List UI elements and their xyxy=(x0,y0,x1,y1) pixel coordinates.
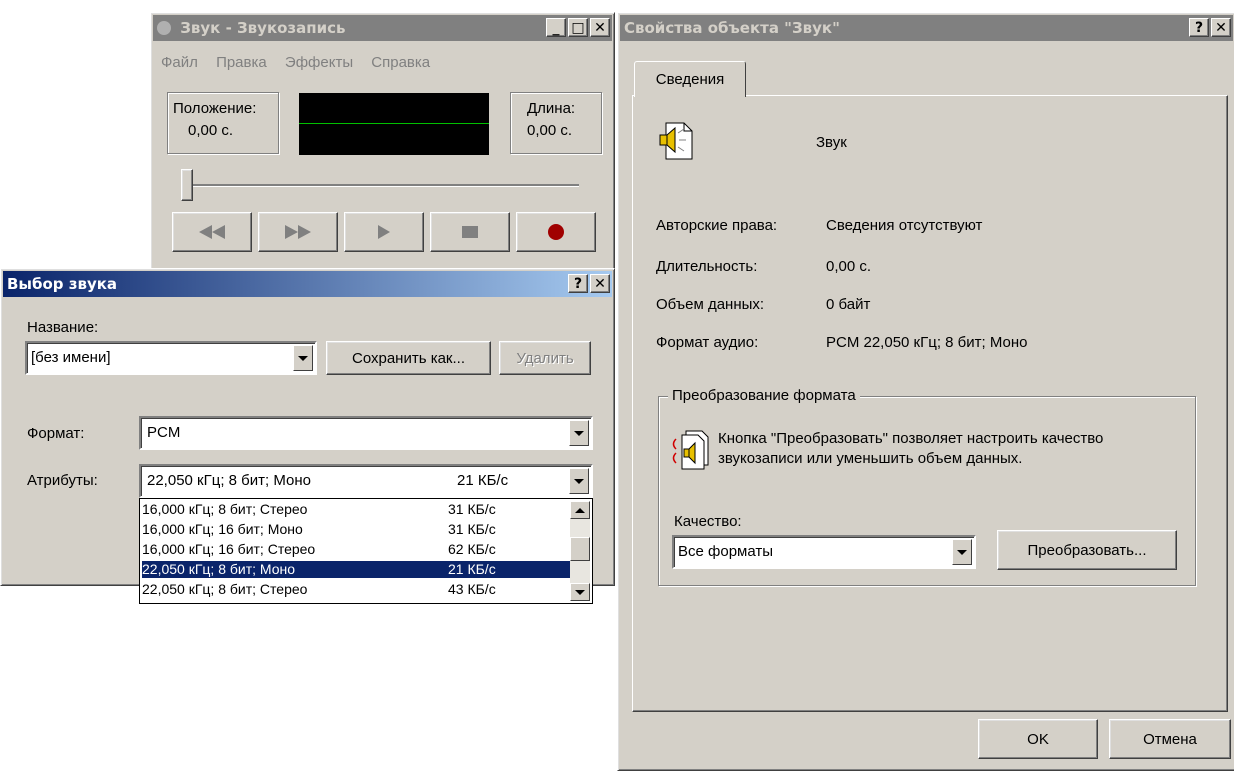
recorder-menubar: Файл Правка Эффекты Справка xyxy=(161,54,444,71)
sound-select-titlebar[interactable]: Выбор звука ? ✕ xyxy=(3,271,612,297)
speaker-app-icon xyxy=(157,21,171,35)
convert-description: Кнопка "Преобразовать" позволяет настрои… xyxy=(718,430,1104,467)
play-button[interactable] xyxy=(344,212,424,252)
close-button[interactable]: ✕ xyxy=(590,18,610,37)
properties-titlebar[interactable]: Свойства объекта "Звук" ? ✕ xyxy=(620,15,1233,41)
copyright-label: Авторские права: xyxy=(656,217,778,234)
menu-help[interactable]: Справка xyxy=(371,54,430,71)
sound-selection-dialog: Выбор звука ? ✕ Название: [без имени] Со… xyxy=(0,268,615,604)
attributes-value: 22,050 кГц; 8 бит; Моно xyxy=(147,472,311,489)
audio-format-label: Формат аудио: xyxy=(656,334,759,351)
minimize-button[interactable]: _ xyxy=(546,18,566,37)
chevron-down-icon[interactable] xyxy=(952,539,972,565)
attributes-label: Атрибуты: xyxy=(27,472,98,489)
quality-value: Все форматы xyxy=(678,543,774,560)
length-box: Длина: 0,00 с. xyxy=(510,92,602,154)
length-value: 0,00 с. xyxy=(527,122,573,139)
delete-button[interactable]: Удалить xyxy=(499,341,591,375)
sound-recorder-window: Звук - Звукозапись _ □ ✕ Файл Правка Эфф… xyxy=(150,12,615,272)
tab-details[interactable]: Сведения xyxy=(634,61,746,97)
scroll-down-icon[interactable] xyxy=(570,583,590,601)
quality-label: Качество: xyxy=(674,513,742,530)
properties-title: Свойства объекта "Звук" xyxy=(624,19,840,37)
size-label: Объем данных: xyxy=(656,296,765,313)
name-combobox[interactable]: [без имени] xyxy=(25,341,317,375)
chevron-down-icon[interactable] xyxy=(293,345,313,371)
dropdown-scrollbar[interactable] xyxy=(570,501,590,601)
rewind-icon xyxy=(199,225,225,239)
stop-button[interactable] xyxy=(430,212,510,252)
sound-file-icon xyxy=(659,122,693,160)
close-button[interactable]: ✕ xyxy=(590,274,610,293)
position-value: 0,00 с. xyxy=(188,122,234,139)
seek-slider-thumb[interactable] xyxy=(181,169,193,201)
dropdown-option[interactable]: 22,050 кГц; 8 бит; Стерео 43 КБ/с xyxy=(142,581,570,598)
scroll-thumb[interactable] xyxy=(570,537,590,561)
dropdown-option[interactable]: 16,000 кГц; 16 бит; Стерео 62 КБ/с xyxy=(142,541,570,558)
fast-forward-button[interactable] xyxy=(258,212,338,252)
attributes-combobox[interactable]: 22,050 кГц; 8 бит; Моно 21 КБ/с xyxy=(139,464,593,498)
convert-icon xyxy=(672,430,709,470)
menu-file[interactable]: Файл xyxy=(161,54,198,71)
object-name: Звук xyxy=(816,134,847,151)
dropdown-option[interactable]: 16,000 кГц; 8 бит; Стерео 31 КБ/с xyxy=(142,501,570,518)
help-button[interactable]: ? xyxy=(568,274,588,293)
menu-edit[interactable]: Правка xyxy=(216,54,267,71)
ok-button[interactable]: OK xyxy=(978,719,1098,759)
format-label: Формат: xyxy=(27,425,85,442)
cancel-button[interactable]: Отмена xyxy=(1109,719,1231,759)
record-icon xyxy=(548,224,564,240)
chevron-down-icon[interactable] xyxy=(569,420,589,446)
menu-effects[interactable]: Эффекты xyxy=(285,54,353,71)
rewind-button[interactable] xyxy=(172,212,252,252)
position-label: Положение: xyxy=(173,100,257,117)
help-button[interactable]: ? xyxy=(1189,18,1209,37)
stop-icon xyxy=(462,226,478,238)
dropdown-option-selected[interactable]: 22,050 кГц; 8 бит; Моно 21 КБ/с xyxy=(142,561,570,578)
copyright-value: Сведения отсутствуют xyxy=(826,217,983,234)
attributes-dropdown-list: 16,000 кГц; 8 бит; Стерео 31 КБ/с 16,000… xyxy=(139,498,593,604)
chevron-down-icon[interactable] xyxy=(569,468,589,494)
duration-value: 0,00 с. xyxy=(826,258,872,275)
audio-format-value: PCM 22,050 кГц; 8 бит; Моно xyxy=(826,334,1028,351)
size-value: 0 байт xyxy=(826,296,871,313)
close-button[interactable]: ✕ xyxy=(1211,18,1231,37)
length-label: Длина: xyxy=(527,100,576,117)
attributes-rate: 21 КБ/с xyxy=(457,472,509,489)
convert-button[interactable]: Преобразовать... xyxy=(997,530,1177,570)
waveform-display xyxy=(299,93,489,155)
name-value: [без имени] xyxy=(31,349,111,366)
scroll-up-icon[interactable] xyxy=(570,501,590,519)
properties-window: Свойства объекта "Звук" ? ✕ Сведения Зву… xyxy=(617,12,1234,771)
save-as-button[interactable]: Сохранить как... xyxy=(326,341,491,375)
maximize-button[interactable]: □ xyxy=(568,18,588,37)
format-value: PCM xyxy=(147,424,181,441)
fast-forward-icon xyxy=(285,225,311,239)
recorder-title: Звук - Звукозапись xyxy=(180,19,346,37)
recorder-titlebar[interactable]: Звук - Звукозапись _ □ ✕ xyxy=(153,15,612,41)
name-label: Название: xyxy=(27,319,99,336)
seek-track xyxy=(181,184,579,187)
convert-group-label: Преобразование формата xyxy=(668,387,860,404)
sound-select-title: Выбор звука xyxy=(7,275,118,293)
play-icon xyxy=(378,225,390,239)
quality-combobox[interactable]: Все форматы xyxy=(672,535,976,569)
format-combobox[interactable]: PCM xyxy=(139,416,593,450)
position-box: Положение: 0,00 с. xyxy=(167,92,279,154)
dropdown-option[interactable]: 16,000 кГц; 16 бит; Моно 31 КБ/с xyxy=(142,521,570,538)
tab-details-label: Сведения xyxy=(655,71,725,88)
duration-label: Длительность: xyxy=(656,258,758,275)
waveform-line xyxy=(299,123,489,124)
record-button[interactable] xyxy=(516,212,596,252)
